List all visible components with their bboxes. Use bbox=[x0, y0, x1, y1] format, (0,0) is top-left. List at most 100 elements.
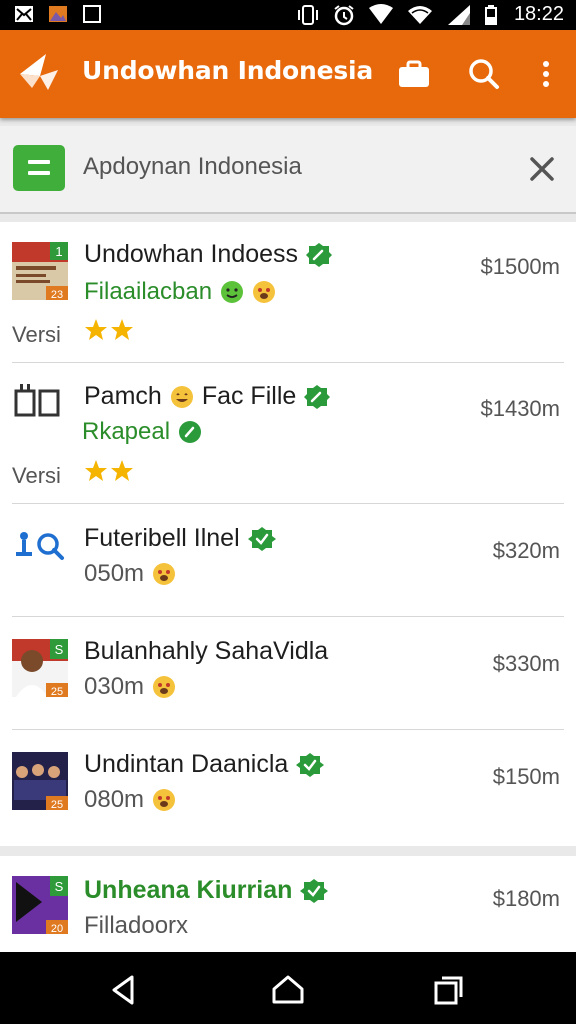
item-title: Undintan Daanicla bbox=[84, 750, 325, 779]
item-title-text: Undowhan Indoess bbox=[84, 240, 299, 268]
grin-emoji-icon bbox=[170, 385, 193, 408]
star-icon bbox=[111, 319, 133, 340]
alarm-icon bbox=[334, 4, 354, 25]
item-title: Futeribell Ilnel bbox=[84, 524, 276, 553]
item-price: $150m bbox=[492, 764, 560, 789]
verified-badge-icon bbox=[296, 752, 325, 777]
status-time: 18:22 bbox=[513, 3, 564, 25]
item-title-text: Undintan Daanicla bbox=[84, 750, 289, 778]
navigation-bar bbox=[0, 952, 576, 1024]
app-thumbnail: S 25 bbox=[12, 639, 68, 697]
verified-check-icon bbox=[179, 421, 202, 443]
svg-text:20: 20 bbox=[51, 923, 63, 934]
item-subtitle: Filladoorx bbox=[84, 912, 188, 940]
list-item[interactable]: Futeribell Ilnel 050m $320m bbox=[0, 504, 576, 616]
item-subtitle-text: Filaailacban bbox=[84, 278, 213, 305]
item-title-text: Fac Fille bbox=[201, 382, 297, 410]
svg-text:S: S bbox=[55, 642, 64, 657]
filter-text: Apdoynan Indonesia bbox=[83, 153, 302, 180]
list-item[interactable]: 25 Undintan Daanicla 080m $150m bbox=[0, 730, 576, 846]
item-title-text: Pamch bbox=[84, 382, 162, 410]
verified-badge-icon bbox=[306, 242, 333, 267]
item-subtitle: 050m bbox=[84, 560, 176, 588]
svg-text:23: 23 bbox=[51, 289, 63, 300]
item-subtitle: Filaailacban bbox=[84, 278, 276, 306]
app-thumbnail: 25 bbox=[12, 752, 68, 810]
verified-badge-icon bbox=[300, 878, 329, 903]
item-title-text: Futeribell Ilnel bbox=[84, 524, 240, 552]
svg-text:S: S bbox=[55, 879, 64, 894]
list-item[interactable]: 1 23 Undowhan Indoess Filaailacban Versi… bbox=[0, 222, 576, 362]
verified-badge-icon bbox=[304, 384, 331, 409]
star-icon bbox=[85, 319, 107, 340]
star-struck-emoji-icon bbox=[153, 676, 176, 698]
app-list-card: 1 23 Undowhan Indoess Filaailacban Versi… bbox=[0, 222, 576, 846]
item-price: $1500m bbox=[480, 254, 560, 279]
item-title-text: Bulanhahly SahaVidla bbox=[84, 637, 329, 665]
filter-menu-icon[interactable] bbox=[13, 145, 65, 191]
item-price: $180m bbox=[492, 886, 560, 911]
svg-text:25: 25 bbox=[51, 686, 63, 697]
item-price: $320m bbox=[492, 538, 560, 563]
item-subtitle-text: Rkapeal bbox=[82, 418, 171, 445]
app-list-card: S 20 Unheana Kiurrian Filladoorx $180m bbox=[0, 856, 576, 952]
smile-green-emoji-icon bbox=[221, 281, 244, 303]
svg-text:1: 1 bbox=[55, 244, 62, 259]
wifi-icon bbox=[407, 5, 432, 24]
search-button[interactable] bbox=[466, 56, 502, 92]
item-subtitle: Rkapeal bbox=[82, 418, 202, 446]
app-title: Undowhan Indonesia bbox=[82, 56, 374, 85]
item-title: Pamch Fac Fille bbox=[84, 382, 331, 411]
star-struck-emoji-icon bbox=[153, 563, 176, 585]
home-icon[interactable] bbox=[270, 972, 306, 1008]
item-title: Unheana Kiurrian bbox=[84, 876, 329, 905]
item-subtitle-text: 050m bbox=[84, 560, 145, 587]
back-icon[interactable] bbox=[106, 972, 142, 1008]
svg-text:25: 25 bbox=[51, 799, 63, 810]
signal-icon bbox=[368, 3, 393, 24]
vibrate-icon bbox=[297, 4, 318, 25]
item-subtitle: 080m bbox=[84, 786, 176, 814]
screen-icon bbox=[83, 5, 101, 23]
cell-signal-icon bbox=[447, 4, 470, 25]
overflow-menu-icon bbox=[543, 61, 549, 87]
item-subtitle-text: Filladoorx bbox=[84, 912, 189, 939]
list-item[interactable]: S 25 Bulanhahly SahaVidla 030m $330m bbox=[0, 617, 576, 729]
item-version: Versi bbox=[12, 463, 61, 488]
star-struck-emoji-icon bbox=[153, 789, 176, 811]
close-icon[interactable] bbox=[526, 153, 558, 185]
item-subtitle-text: 030m bbox=[84, 673, 145, 700]
star-rating bbox=[84, 459, 134, 483]
list-item[interactable]: S 20 Unheana Kiurrian Filladoorx $180m bbox=[0, 856, 576, 952]
briefcase-button[interactable] bbox=[396, 56, 432, 92]
star-icon bbox=[85, 460, 107, 481]
item-subtitle: 030m bbox=[84, 673, 176, 701]
app-logo-icon[interactable] bbox=[18, 52, 62, 92]
item-version: Versi bbox=[12, 322, 61, 347]
app-thumbnail: S 20 bbox=[12, 876, 68, 934]
star-rating bbox=[84, 318, 134, 342]
search-icon bbox=[469, 59, 499, 89]
item-price: $1430m bbox=[480, 396, 560, 421]
recents-icon[interactable] bbox=[430, 972, 466, 1008]
item-title-text: Unheana Kiurrian bbox=[84, 876, 293, 904]
item-title: Bulanhahly SahaVidla bbox=[84, 637, 328, 666]
item-subtitle-text: 080m bbox=[84, 786, 145, 813]
verified-badge-icon bbox=[247, 526, 276, 551]
overflow-menu-button[interactable] bbox=[530, 56, 562, 92]
item-price: $330m bbox=[492, 651, 560, 676]
app-thumbnail: 1 23 bbox=[12, 242, 68, 300]
briefcase-icon bbox=[399, 60, 429, 87]
status-bar: 18:22 bbox=[0, 0, 576, 30]
app-bar: Undowhan Indonesia bbox=[0, 30, 576, 118]
filter-bar: Apdoynan Indonesia bbox=[0, 126, 576, 214]
star-struck-emoji-icon bbox=[253, 281, 276, 303]
mail-icon bbox=[15, 6, 33, 22]
list-item[interactable]: Pamch Fac Fille Rkapeal Versi $1430m bbox=[0, 363, 576, 503]
item-title: Undowhan Indoess bbox=[84, 240, 333, 269]
gallery-icon bbox=[49, 6, 67, 22]
user-search-icon bbox=[16, 532, 64, 560]
split-view-icon bbox=[14, 384, 60, 417]
star-icon bbox=[111, 460, 133, 481]
battery-icon bbox=[484, 4, 497, 25]
